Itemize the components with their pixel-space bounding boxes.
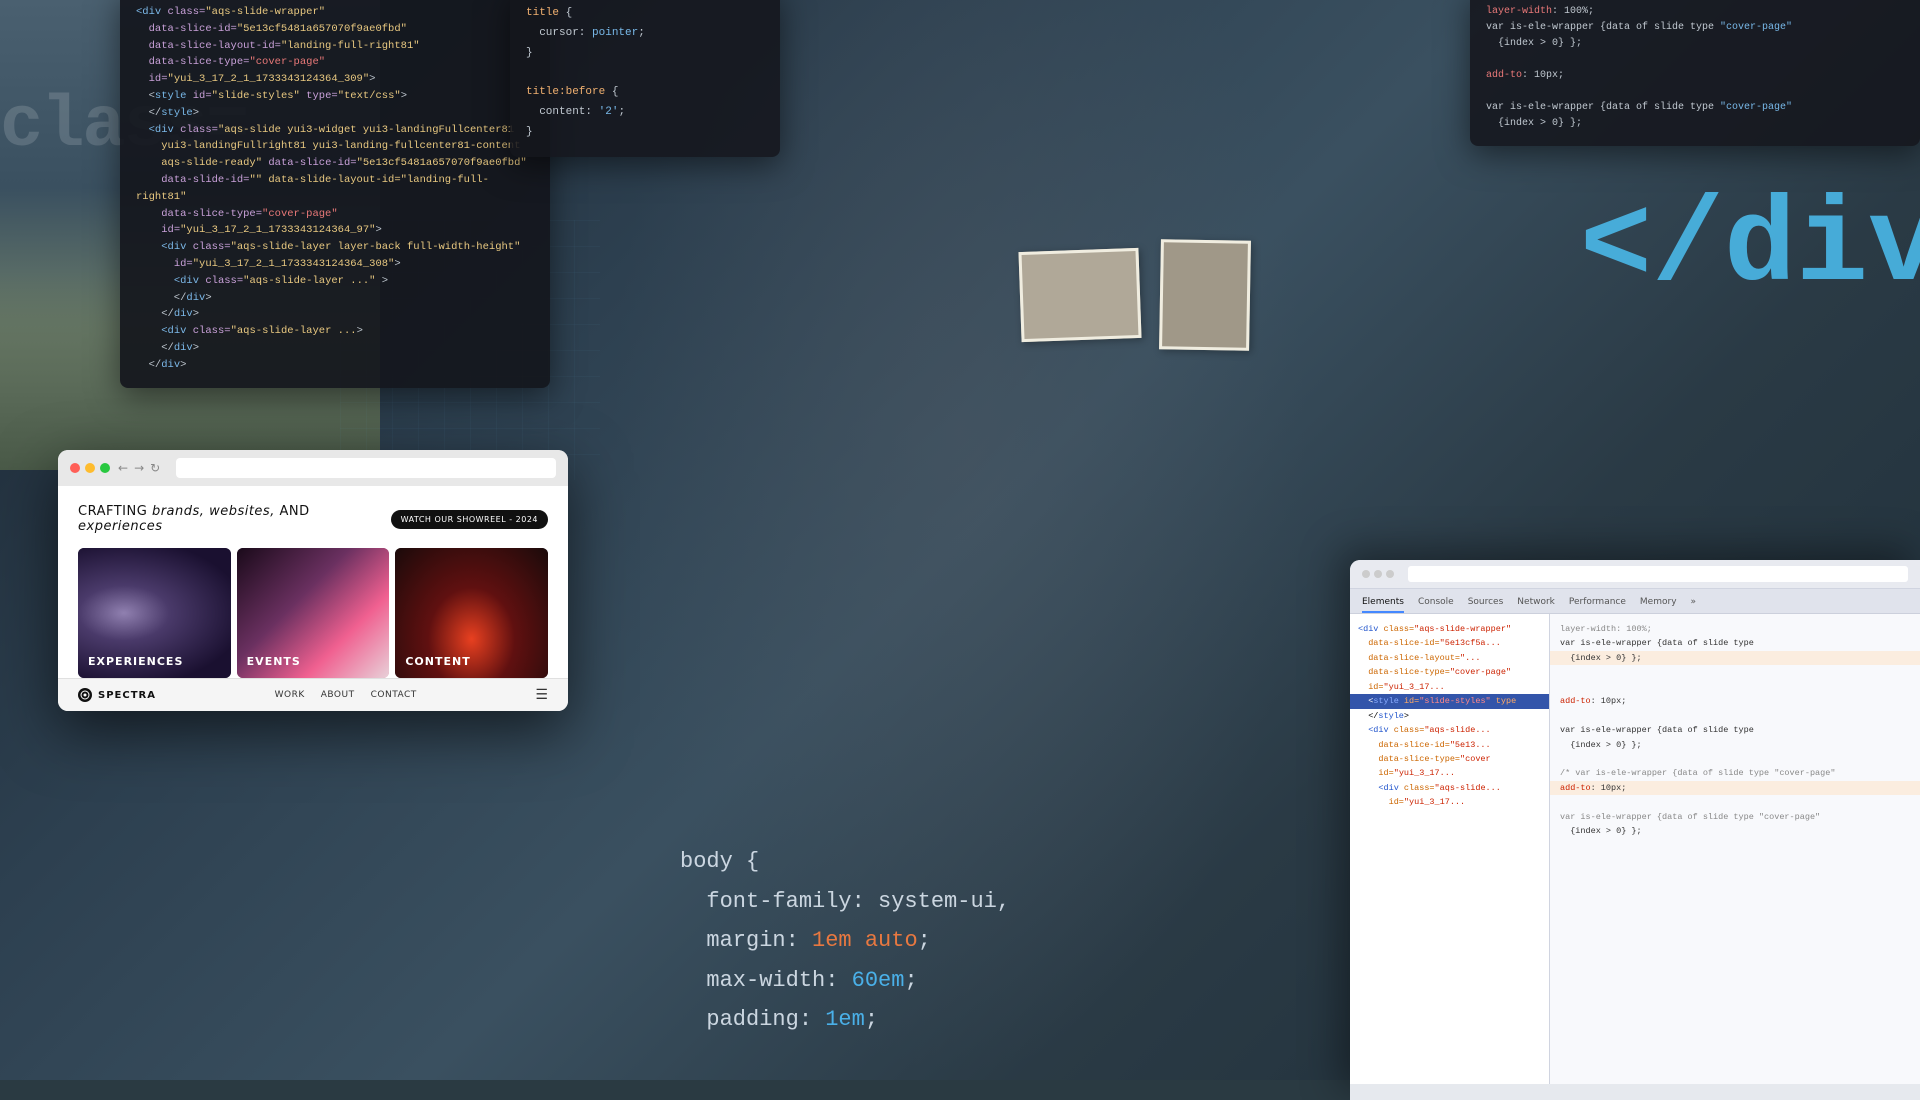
devtools-url-bar[interactable] [1408,566,1908,582]
showreel-button[interactable]: WATCH OUR SHOWREEL - 2024 [391,510,548,529]
code-panel-topcenter: title { cursor: pointer; } title:before … [510,0,780,157]
code-panel-topleft: <div class="aqs-slide-wrapper" data-slic… [120,0,550,388]
browser-mockup: ← → ↻ CRAFTING brands, websites, AND exp… [58,450,568,711]
css-max-width: max-width: 60em; [680,968,918,993]
nav-about[interactable]: ABOUT [321,690,355,700]
browser-close-dot[interactable] [70,463,80,473]
browser-window-controls [70,463,110,473]
logo-icon [78,688,92,702]
nav-work[interactable]: WORK [275,690,305,700]
tab-performance[interactable]: Performance [1569,593,1626,613]
devtools-dot-2 [1374,570,1382,578]
experiences-card[interactable]: EXPERIENCES [78,548,231,678]
hero-crafting: CRAFTING [78,504,147,519]
experiences-card-label: EXPERIENCES [88,655,183,668]
css-padding: padding: 1em; [680,1007,878,1032]
wall-photo-2 [1159,239,1251,351]
browser-toolbar: ← → ↻ [58,450,568,486]
devtools-tabs: Elements Console Sources Network Perform… [1350,589,1920,614]
wall-photo-1 [1018,248,1141,342]
events-card[interactable]: EVENTS [237,548,390,678]
tab-memory[interactable]: Memory [1640,593,1677,613]
wall-area [940,230,1320,470]
site-logo: SPECTRA [78,688,156,702]
devtools-dot-1 [1362,570,1370,578]
browser-content: CRAFTING brands, websites, AND experienc… [58,486,568,678]
css-font-family: font-family: system-ui, [680,889,1010,914]
css-code-bottom: body { font-family: system-ui, margin: 1… [680,842,1010,1040]
hero-brands: brands, [152,504,204,519]
hero-experiences: experiences [78,519,163,534]
devtools-window-controls [1362,570,1394,578]
css-body-selector: body { [680,849,759,874]
devtools-styles-panel: layer-width: 100%; var is-ele-wrapper {d… [1550,614,1920,1084]
content-card[interactable]: CONTENT [395,548,548,678]
css-margin: margin: 1em auto; [680,928,931,953]
tab-sources[interactable]: Sources [1468,593,1504,613]
nav-contact[interactable]: CONTACT [371,690,417,700]
site-hero-text: CRAFTING brands, websites, AND experienc… [78,504,548,534]
tab-elements[interactable]: Elements [1362,593,1404,613]
tab-network[interactable]: Network [1517,593,1555,613]
site-nav: WORK ABOUT CONTACT [275,690,417,700]
hamburger-icon[interactable]: ☰ [535,687,548,703]
devtools-dot-3 [1386,570,1394,578]
div-text-decoration: </div [1580,180,1920,316]
site-cards: EXPERIENCES EVENTS CONTENT [78,548,548,678]
devtools-panel: Elements Console Sources Network Perform… [1350,560,1920,1100]
browser-url-bar[interactable] [176,458,556,478]
hero-text: CRAFTING brands, websites, AND experienc… [78,504,391,534]
forward-icon[interactable]: → [134,461,144,475]
site-footer: SPECTRA WORK ABOUT CONTACT ☰ [58,678,568,711]
logo-text: SPECTRA [98,690,156,701]
tab-console[interactable]: Console [1418,593,1454,613]
content-card-label: CONTENT [405,655,470,668]
back-icon[interactable]: ← [118,461,128,475]
browser-nav-icons: ← → ↻ [118,461,160,475]
hero-and: AND [279,504,309,519]
tab-more[interactable]: » [1691,593,1697,613]
devtools-elements-panel: <div class="aqs-slide-wrapper" data-slic… [1350,614,1550,1084]
browser-maximize-dot[interactable] [100,463,110,473]
devtools-body: <div class="aqs-slide-wrapper" data-slic… [1350,614,1920,1084]
code-panel-topright: layer-width: 100%; var is-ele-wrapper {d… [1470,0,1920,146]
devtools-toolbar [1350,560,1920,589]
browser-minimize-dot[interactable] [85,463,95,473]
refresh-icon[interactable]: ↻ [150,461,160,475]
events-card-label: EVENTS [247,655,301,668]
hero-websites: websites, [209,504,275,519]
